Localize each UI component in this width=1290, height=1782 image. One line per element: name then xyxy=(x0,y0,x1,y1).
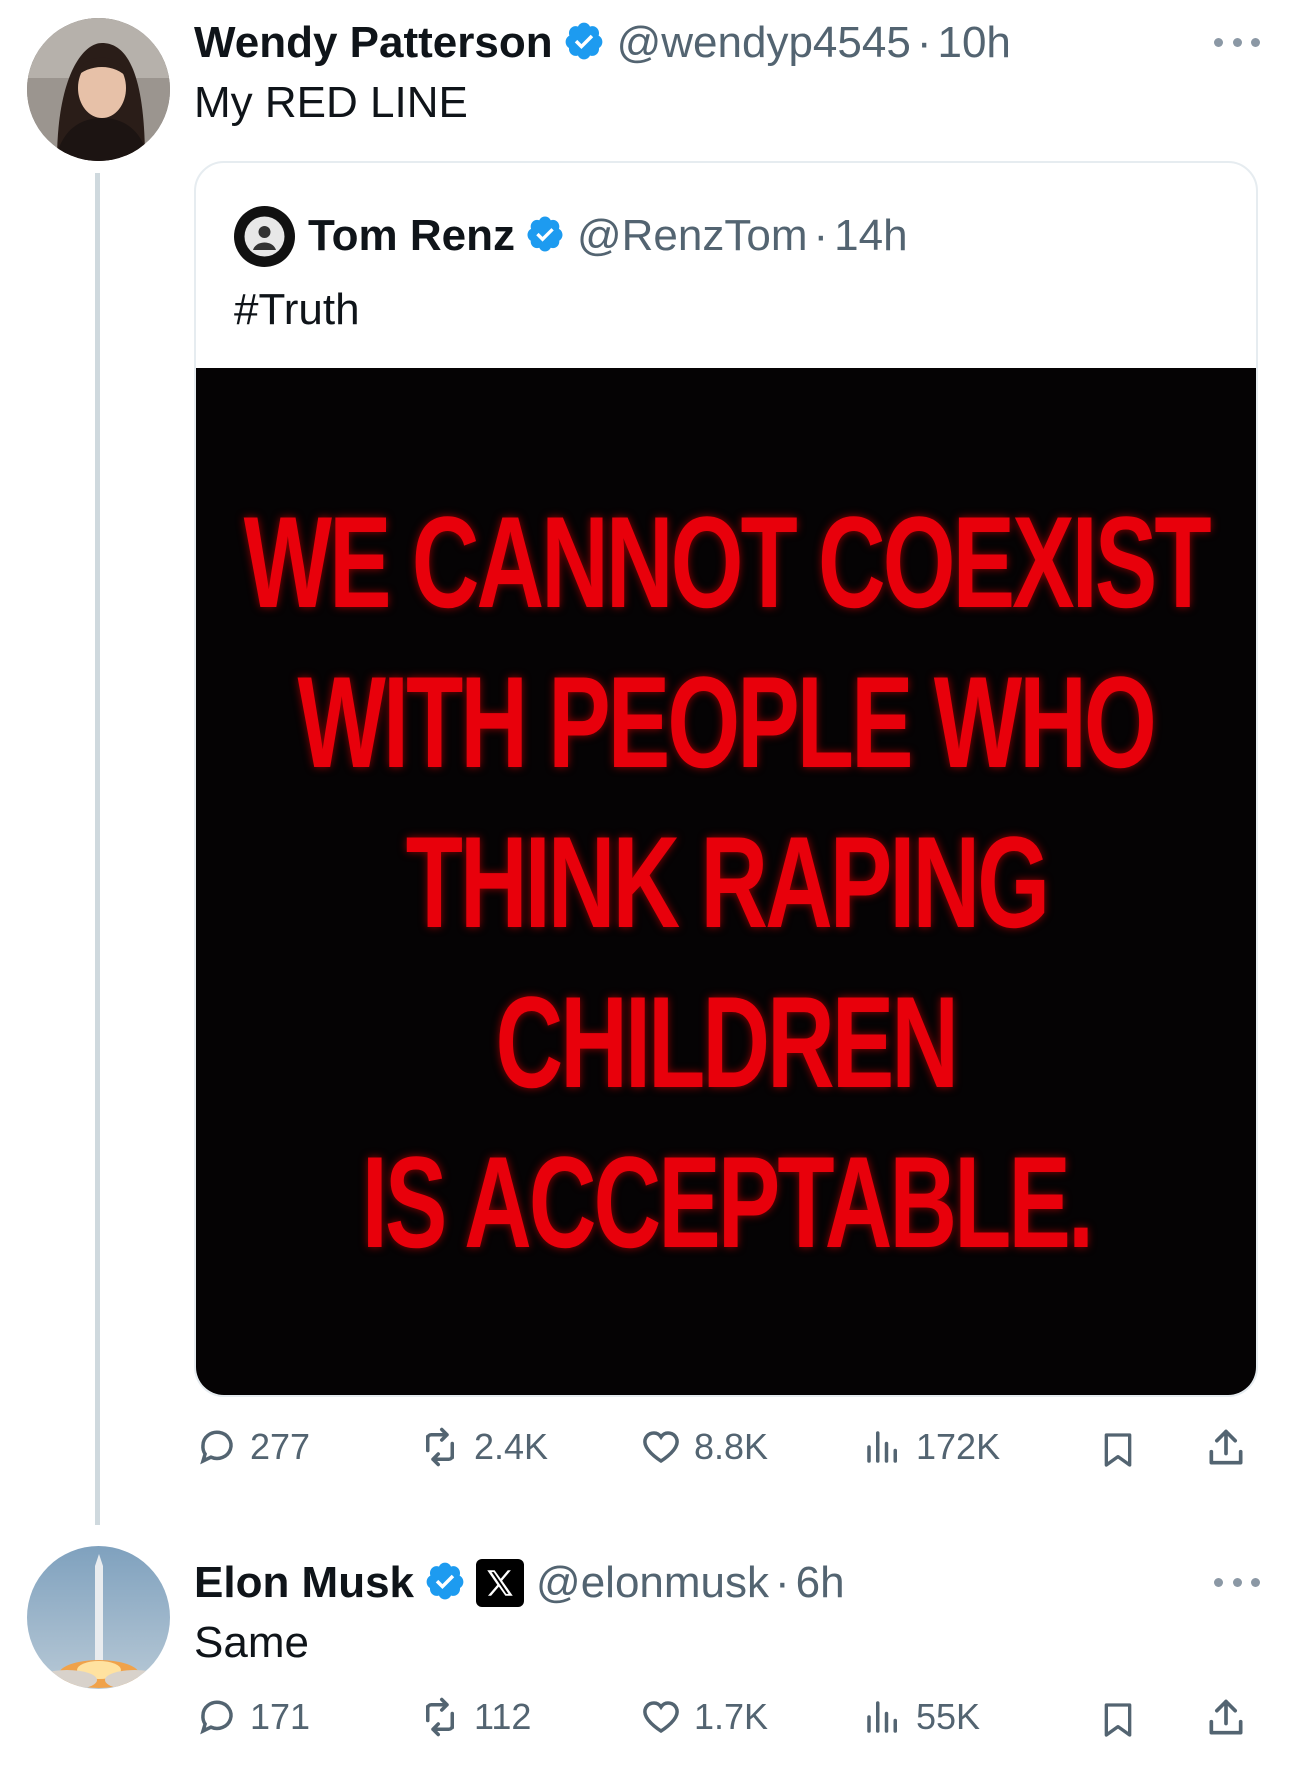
timestamp[interactable]: 10h xyxy=(937,18,1010,68)
image-text-line: CHILDREN xyxy=(495,968,959,1115)
like-button[interactable]: 8.8K xyxy=(640,1426,768,1468)
bookmark-icon[interactable] xyxy=(1098,1428,1138,1477)
reply-icon xyxy=(200,1700,233,1735)
quote-image[interactable]: WE CANNOT COEXIST WITH PEOPLE WHO THINK … xyxy=(196,368,1256,1395)
avatar-tom-renz xyxy=(234,206,295,267)
tweet-header: Wendy Patterson @wendyp4545 · 10h xyxy=(194,16,1011,70)
like-icon xyxy=(643,1431,679,1464)
views-count: 55K xyxy=(916,1696,981,1737)
views-count: 172K xyxy=(916,1426,1001,1467)
author-handle[interactable]: @wendyp4545 xyxy=(617,18,911,68)
thread-line xyxy=(95,173,100,1525)
reply-button[interactable]: 277 xyxy=(196,1426,310,1468)
repost-icon xyxy=(426,1697,454,1737)
views-icon xyxy=(867,1701,897,1733)
verified-badge-icon xyxy=(563,20,605,67)
author-name[interactable]: Elon Musk xyxy=(194,1558,414,1608)
x-logo-icon xyxy=(476,1559,525,1607)
views-button[interactable]: 55K xyxy=(862,1696,980,1738)
reply-icon xyxy=(200,1430,233,1465)
quote-timestamp: 14h xyxy=(834,211,908,260)
image-text-line: WE CANNOT COEXIST xyxy=(243,488,1211,635)
views-icon xyxy=(867,1431,897,1463)
avatar-wendy-image xyxy=(27,18,170,161)
more-icon[interactable] xyxy=(1214,32,1260,52)
image-text-line: THINK RAPING xyxy=(405,808,1049,955)
share-icon[interactable] xyxy=(1204,1696,1248,1745)
author-handle[interactable]: @elonmusk xyxy=(536,1558,769,1608)
reply-count: 277 xyxy=(250,1426,311,1467)
like-icon xyxy=(643,1701,679,1734)
share-icon[interactable] xyxy=(1204,1426,1248,1475)
quote-text: #Truth xyxy=(234,285,360,334)
bookmark-icon[interactable] xyxy=(1098,1698,1138,1747)
quoted-tweet[interactable]: Tom Renz @RenzTom · 14h #Truth WE CANNOT… xyxy=(194,161,1258,1397)
repost-count: 112 xyxy=(474,1696,532,1737)
tweet-text: My RED LINE xyxy=(194,78,468,127)
timestamp[interactable]: 6h xyxy=(796,1558,845,1608)
time-separator: · xyxy=(775,1558,790,1607)
image-text-line: WITH PEOPLE WHO xyxy=(297,648,1157,795)
tweet-text: Same xyxy=(194,1618,309,1667)
avatar-elon[interactable] xyxy=(27,1546,170,1689)
like-button[interactable]: 1.7K xyxy=(640,1696,768,1738)
time-separator: · xyxy=(813,211,829,260)
image-text-line: IS ACCEPTABLE. xyxy=(361,1128,1093,1275)
repost-count: 2.4K xyxy=(474,1426,549,1467)
more-icon[interactable] xyxy=(1214,1572,1260,1592)
avatar-tom-renz-image xyxy=(234,206,295,267)
repost-icon xyxy=(426,1427,454,1467)
repost-button[interactable]: 2.4K xyxy=(418,1426,548,1468)
quote-author-name: Tom Renz xyxy=(308,211,515,260)
like-count: 8.8K xyxy=(694,1426,769,1467)
author-name[interactable]: Wendy Patterson xyxy=(194,18,553,68)
tweet-header: Elon Musk @elonmusk · 6h xyxy=(194,1556,845,1610)
reply-button[interactable]: 171 xyxy=(196,1696,310,1738)
quote-author-handle: @RenzTom xyxy=(576,211,808,260)
avatar-elon-image xyxy=(27,1546,170,1689)
verified-badge-icon xyxy=(525,214,565,259)
quote-header: Tom Renz @RenzTom · 14h xyxy=(308,209,908,263)
avatar-wendy[interactable] xyxy=(27,18,170,161)
repost-button[interactable]: 112 xyxy=(418,1696,531,1738)
time-separator: · xyxy=(916,18,932,67)
like-count: 1.7K xyxy=(694,1696,769,1737)
reply-count: 171 xyxy=(250,1696,311,1737)
views-button[interactable]: 172K xyxy=(862,1426,1000,1468)
verified-badge-icon xyxy=(424,1560,466,1607)
